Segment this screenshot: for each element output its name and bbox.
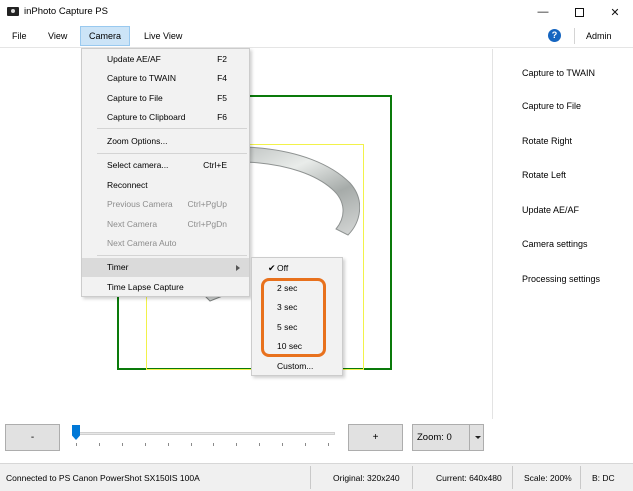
- checkmark-icon: ✔: [268, 263, 276, 273]
- slider-tick: [144, 443, 146, 446]
- menu-item-reconnect[interactable]: Reconnect: [82, 176, 249, 195]
- slider-tick: [76, 443, 77, 446]
- zoom-in-button[interactable]: +: [348, 424, 403, 451]
- rotate-right-link[interactable]: Rotate Right: [522, 136, 572, 146]
- menu-item-shortcut: Ctrl+PgDn: [187, 219, 227, 229]
- processing-settings-link[interactable]: Processing settings: [522, 274, 600, 284]
- window-title: inPhoto Capture PS: [24, 6, 108, 17]
- status-divider: [580, 466, 581, 489]
- admin-menu[interactable]: Admin: [586, 31, 612, 41]
- zoom-dropdown[interactable]: Zoom: 0: [412, 424, 484, 451]
- menu-item-shortcut: Ctrl+PgUp: [187, 199, 227, 209]
- close-button[interactable]: ✕: [597, 0, 633, 24]
- menu-separator: [97, 128, 247, 129]
- close-icon: ✕: [610, 6, 620, 19]
- menu-item-select-camera[interactable]: Select camera... Ctrl+E: [82, 156, 249, 175]
- menu-camera[interactable]: Camera: [80, 26, 131, 46]
- timer-custom[interactable]: Custom...: [252, 357, 342, 376]
- menu-divider: [574, 28, 575, 44]
- slider-tick: [236, 443, 238, 446]
- maximize-icon: [574, 7, 584, 17]
- status-divider: [512, 466, 513, 489]
- menu-item-next-camera: Next Camera Ctrl+PgDn: [82, 215, 249, 234]
- camera-app-icon: [7, 7, 19, 16]
- menu-item-shortcut: F5: [217, 93, 227, 103]
- menu-item-capture-to-file[interactable]: Capture to File F5: [82, 89, 249, 108]
- menu-item-label: Timer: [107, 262, 129, 272]
- timer-option-label: Custom...: [277, 361, 314, 371]
- zoom-dropdown-divider: [469, 425, 470, 450]
- menu-bar: File View Camera Live View ? Admin: [0, 24, 633, 48]
- slider-tick: [327, 443, 329, 446]
- status-bar: Connected to PS Canon PowerShot SX150IS …: [0, 463, 633, 491]
- current-size: Current: 640x480: [436, 473, 502, 483]
- menu-item-label: Next Camera: [107, 219, 158, 229]
- menu-item-shortcut: F4: [217, 73, 227, 83]
- menu-item-capture-to-clipboard[interactable]: Capture to Clipboard F6: [82, 108, 249, 127]
- menu-file[interactable]: File: [4, 26, 35, 46]
- menu-item-label: Capture to Clipboard: [107, 112, 186, 122]
- menu-item-label: Zoom Options...: [107, 136, 168, 146]
- slider-tick: [282, 443, 284, 446]
- capture-to-twain-link[interactable]: Capture to TWAIN: [522, 68, 595, 78]
- slider-tick: [190, 443, 192, 446]
- menu-item-zoom-options[interactable]: Zoom Options...: [82, 132, 249, 151]
- camera-settings-link[interactable]: Camera settings: [522, 239, 588, 249]
- rotate-left-link[interactable]: Rotate Left: [522, 170, 566, 180]
- menu-live-view[interactable]: Live View: [136, 26, 190, 46]
- original-size: Original: 320x240: [333, 473, 400, 483]
- slider-tick: [213, 443, 215, 446]
- menu-view[interactable]: View: [40, 26, 75, 46]
- menu-item-update-ae-af[interactable]: Update AE/AF F2: [82, 50, 249, 69]
- status-divider: [310, 466, 311, 489]
- camera-menu: Update AE/AF F2 Capture to TWAIN F4 Captur…: [81, 48, 250, 297]
- title-bar: inPhoto Capture PS — ✕: [0, 0, 633, 24]
- menu-item-previous-camera: Previous Camera Ctrl+PgUp: [82, 195, 249, 214]
- zoom-slider-ticks: [76, 443, 331, 447]
- menu-item-label: Update AE/AF: [107, 54, 161, 64]
- menu-item-next-camera-auto: Next Camera Auto: [82, 234, 249, 253]
- menu-item-shortcut: F2: [217, 54, 227, 64]
- connection-status: Connected to PS Canon PowerShot SX150IS …: [6, 473, 200, 483]
- menu-item-label: Time Lapse Capture: [107, 282, 184, 292]
- highlight-annotation: [261, 278, 326, 357]
- zoom-out-button[interactable]: -: [5, 424, 60, 451]
- menu-item-label: Select camera...: [107, 160, 169, 170]
- maximize-button[interactable]: [561, 0, 597, 24]
- slider-tick: [98, 443, 100, 446]
- menu-item-label: Previous Camera: [107, 199, 173, 209]
- menu-separator: [97, 153, 247, 154]
- slider-tick: [121, 443, 123, 446]
- chevron-down-icon[interactable]: [475, 436, 481, 439]
- zoom-value: Zoom: 0: [417, 432, 452, 443]
- timer-off[interactable]: ✔ Off: [252, 259, 342, 278]
- zoom-slider-thumb[interactable]: [72, 425, 80, 440]
- menu-separator: [97, 255, 247, 256]
- bits-value: B: DC: [592, 473, 615, 483]
- menu-item-label: Reconnect: [107, 180, 148, 190]
- slider-tick: [305, 443, 306, 446]
- menu-item-capture-to-twain[interactable]: Capture to TWAIN F4: [82, 69, 249, 88]
- minimize-button[interactable]: —: [525, 0, 561, 24]
- capture-to-file-link[interactable]: Capture to File: [522, 101, 581, 111]
- chevron-right-icon: [236, 265, 240, 271]
- menu-item-shortcut: F6: [217, 112, 227, 122]
- menu-item-time-lapse-capture[interactable]: Time Lapse Capture: [82, 278, 249, 297]
- menu-item-label: Capture to File: [107, 93, 163, 103]
- status-divider: [412, 466, 413, 489]
- zoom-slider[interactable]: [72, 432, 335, 435]
- scale-value: Scale: 200%: [524, 473, 572, 483]
- minimize-icon: —: [537, 6, 549, 18]
- timer-option-label: Off: [277, 263, 289, 273]
- actions-panel: Capture to TWAIN Capture to File Rotate …: [492, 49, 633, 419]
- menu-item-shortcut: Ctrl+E: [203, 160, 227, 170]
- menu-item-label: Capture to TWAIN: [107, 73, 176, 83]
- help-icon[interactable]: ?: [548, 29, 561, 42]
- menu-item-label: Next Camera Auto: [107, 238, 177, 248]
- slider-tick: [167, 443, 169, 446]
- slider-tick: [259, 443, 261, 446]
- menu-item-timer[interactable]: Timer: [82, 258, 249, 277]
- update-ae-af-link[interactable]: Update AE/AF: [522, 205, 579, 215]
